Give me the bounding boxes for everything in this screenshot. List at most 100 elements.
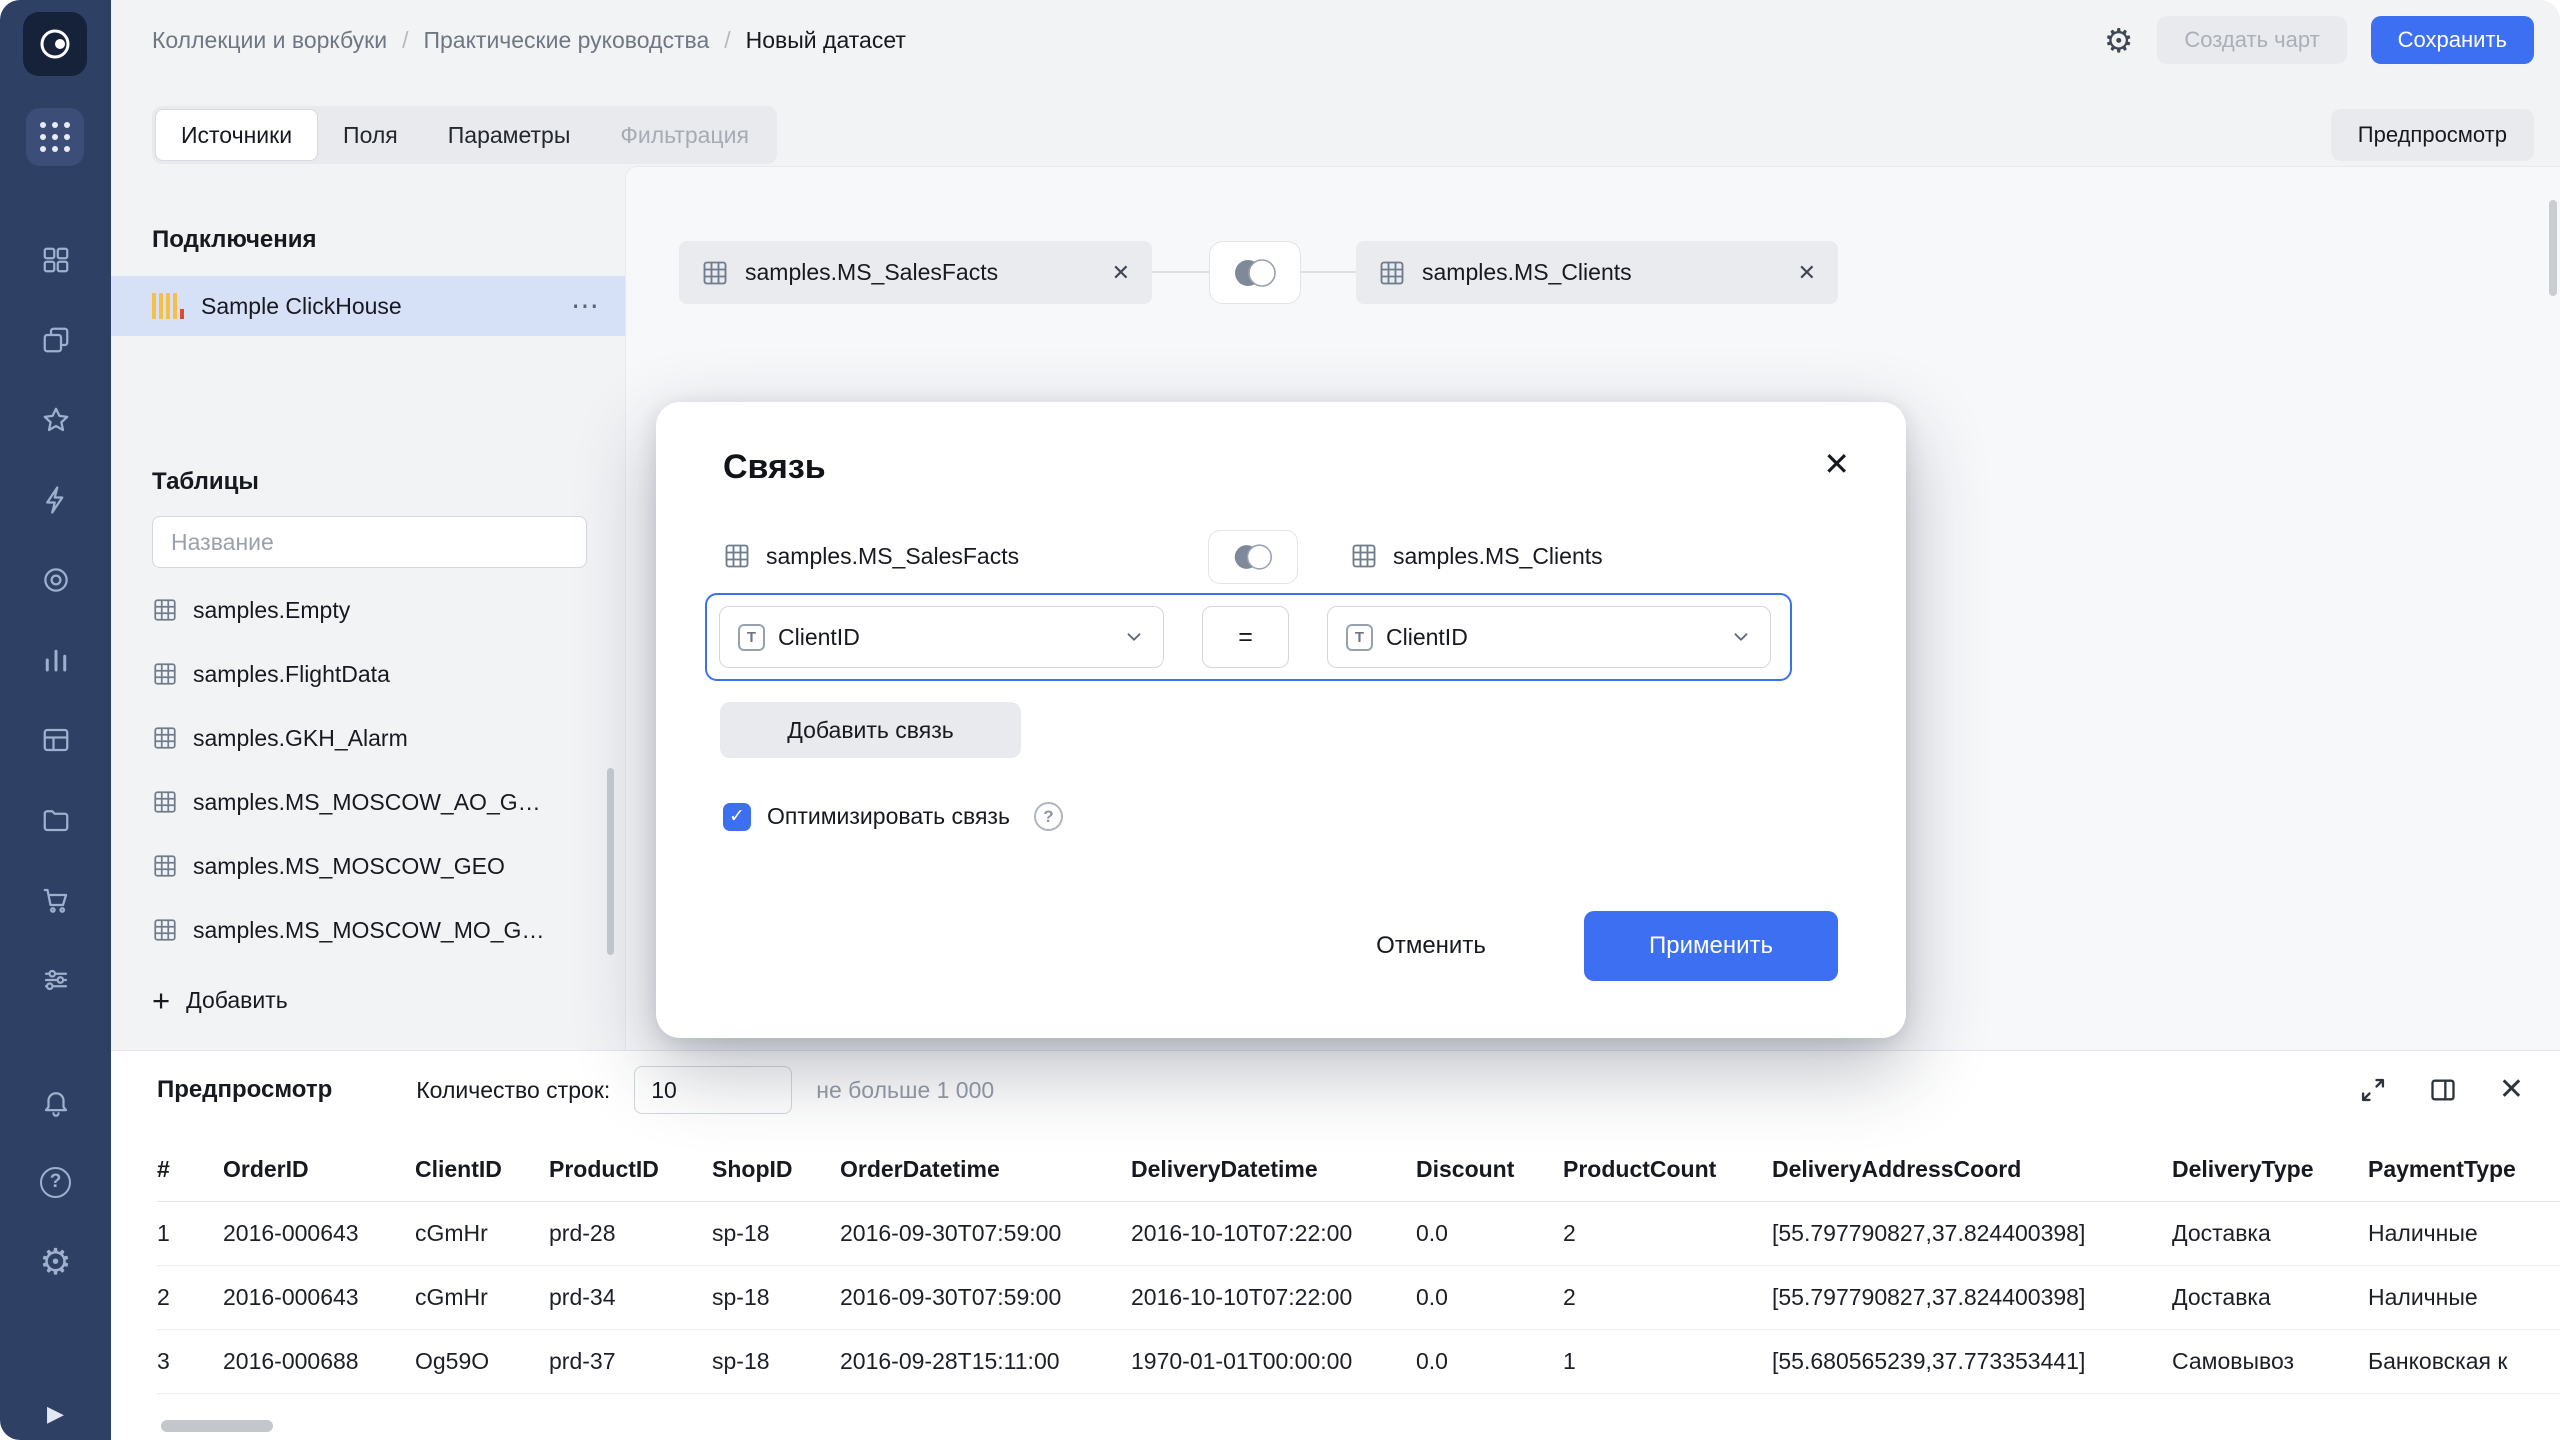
table-icon: [152, 597, 178, 623]
chevron-down-icon: [1123, 626, 1145, 648]
table-row: 3 2016-000688 Og59O prd-37 sp-18 2016-09…: [157, 1329, 2560, 1393]
optimize-label: Оптимизировать связь: [767, 803, 1010, 830]
table-list-item[interactable]: samples.FlightData: [111, 642, 625, 706]
row-count-label: Количество строк:: [416, 1077, 610, 1104]
table-list-scrollbar[interactable]: [607, 768, 614, 955]
table-search-input[interactable]: [152, 516, 587, 568]
column-header: ProductID: [549, 1139, 712, 1201]
tabs: Источники Поля Параметры Фильтрация: [152, 106, 777, 164]
table-list-item[interactable]: samples.Empty: [111, 578, 625, 642]
join-type-button[interactable]: [1208, 530, 1298, 584]
connections-panel: Подключения Sample ClickHouse ⋯ Таблицы …: [111, 166, 625, 1050]
datalens-logo[interactable]: [23, 12, 87, 76]
modal-title: Связь: [723, 448, 826, 487]
connection-menu-icon[interactable]: ⋯: [571, 299, 599, 313]
favorites-star-icon[interactable]: [0, 380, 111, 460]
collapse-sidebar-button[interactable]: ▶: [0, 1392, 111, 1436]
venn-join-icon: [1232, 542, 1274, 572]
table-list-item[interactable]: samples.GKH_Alarm: [111, 706, 625, 770]
charts-icon[interactable]: [0, 620, 111, 700]
apply-button[interactable]: Применить: [1584, 911, 1838, 981]
column-header: DeliveryAddressCoord: [1772, 1139, 2172, 1201]
right-field-select[interactable]: T ClientID: [1327, 606, 1771, 668]
table-icon: [152, 789, 178, 815]
close-preview-icon[interactable]: ✕: [2499, 1075, 2524, 1105]
tables-icon[interactable]: [0, 700, 111, 780]
notifications-bell-icon[interactable]: [0, 1062, 111, 1142]
create-chart-button[interactable]: Создать чарт: [2157, 16, 2346, 64]
tab-parameters[interactable]: Параметры: [423, 109, 596, 161]
datalens-logo-icon: [37, 26, 73, 62]
expand-icon[interactable]: [2359, 1076, 2387, 1104]
column-header: DeliveryDatetime: [1131, 1139, 1416, 1201]
vertical-scrollbar[interactable]: [2549, 200, 2557, 296]
tables-title: Таблицы: [152, 468, 259, 496]
clickhouse-icon: [152, 293, 184, 319]
table-list-item[interactable]: samples.MS_MOSCOW_GEO: [111, 834, 625, 898]
table-row: 2 2016-000643 cGmHr prd-34 sp-18 2016-09…: [157, 1265, 2560, 1329]
preview-table: # OrderID ClientID ProductID ShopID Orde…: [157, 1139, 2560, 1394]
connection-item-sample-clickhouse[interactable]: Sample ClickHouse ⋯: [111, 276, 625, 336]
help-question-icon[interactable]: ?: [0, 1142, 111, 1222]
left-field-select[interactable]: T ClientID: [719, 606, 1164, 668]
preview-toggle-button[interactable]: Предпросмотр: [2331, 109, 2534, 161]
collections-icon[interactable]: [0, 220, 111, 300]
split-view-icon[interactable]: [2429, 1076, 2457, 1104]
plus-icon: +: [152, 985, 170, 1016]
cancel-button[interactable]: Отменить: [1346, 911, 1516, 981]
breadcrumb-separator: /: [724, 27, 730, 54]
preview-title: Предпросмотр: [157, 1076, 332, 1104]
header: Коллекции и воркбуки / Практические руко…: [111, 0, 2560, 80]
table-icon: [152, 917, 178, 943]
table-node-clients[interactable]: samples.MS_Clients ✕: [1356, 241, 1838, 304]
remove-table-icon[interactable]: ✕: [1798, 260, 1816, 286]
folder-icon[interactable]: [0, 780, 111, 860]
column-header: DeliveryType: [2172, 1139, 2368, 1201]
dataset-settings-gear-icon[interactable]: ⚙: [2104, 24, 2134, 57]
table-node-salesfacts[interactable]: samples.MS_SalesFacts ✕: [679, 241, 1152, 304]
add-table-button[interactable]: + Добавить: [152, 974, 288, 1026]
save-button[interactable]: Сохранить: [2371, 16, 2534, 64]
play-arrow-icon: ▶: [47, 1401, 64, 1427]
column-header: Discount: [1416, 1139, 1563, 1201]
tab-sources[interactable]: Источники: [155, 109, 318, 161]
join-modal: Связь ✕ samples.MS_SalesFacts samples.MS…: [656, 402, 1906, 1038]
modal-close-icon[interactable]: ✕: [1823, 448, 1850, 480]
table-list-item[interactable]: samples.MS_MOSCOW_MO_G…: [111, 898, 625, 962]
add-link-button[interactable]: Добавить связь: [720, 702, 1021, 758]
column-header: #: [157, 1139, 223, 1201]
sliders-icon[interactable]: [0, 940, 111, 1020]
optimize-checkbox[interactable]: ✓: [723, 803, 751, 831]
tab-filtering[interactable]: Фильтрация: [595, 109, 774, 161]
horizontal-scrollbar[interactable]: [161, 1420, 273, 1432]
chevron-down-icon: [1730, 626, 1752, 648]
rings-target-icon[interactable]: [0, 540, 111, 620]
field-type-text-icon: T: [738, 624, 765, 651]
breadcrumb-collections[interactable]: Коллекции и воркбуки: [152, 27, 387, 54]
services-grid-button[interactable]: [26, 108, 84, 166]
optimize-row: ✓ Оптимизировать связь ?: [723, 802, 1063, 831]
cart-icon[interactable]: [0, 860, 111, 940]
grid-dots-icon: [40, 122, 70, 152]
breadcrumb-guides[interactable]: Практические руководства: [423, 27, 709, 54]
column-header: OrderID: [223, 1139, 415, 1201]
lightning-icon[interactable]: [0, 460, 111, 540]
table-row: 1 2016-000643 cGmHr prd-28 sp-18 2016-09…: [157, 1201, 2560, 1265]
row-count-hint: не больше 1 000: [816, 1077, 994, 1104]
row-count-input[interactable]: [634, 1066, 792, 1114]
venn-join-icon: [1232, 257, 1278, 289]
remove-table-icon[interactable]: ✕: [1112, 260, 1130, 286]
column-header: ClientID: [415, 1139, 549, 1201]
optimize-help-icon[interactable]: ?: [1034, 802, 1063, 831]
table-icon: [152, 725, 178, 751]
operator-select[interactable]: =: [1202, 606, 1289, 668]
workbooks-icon[interactable]: [0, 300, 111, 380]
join-icon-button[interactable]: [1209, 241, 1301, 304]
connections-title: Подключения: [152, 226, 317, 254]
table-list-item[interactable]: samples.MS_MOSCOW_AO_G…: [111, 770, 625, 834]
settings-gear-icon[interactable]: ⚙: [0, 1222, 111, 1302]
breadcrumb-separator: /: [402, 27, 408, 54]
tab-fields[interactable]: Поля: [318, 109, 423, 161]
column-header: OrderDatetime: [840, 1139, 1131, 1201]
connection-name: Sample ClickHouse: [201, 293, 402, 320]
